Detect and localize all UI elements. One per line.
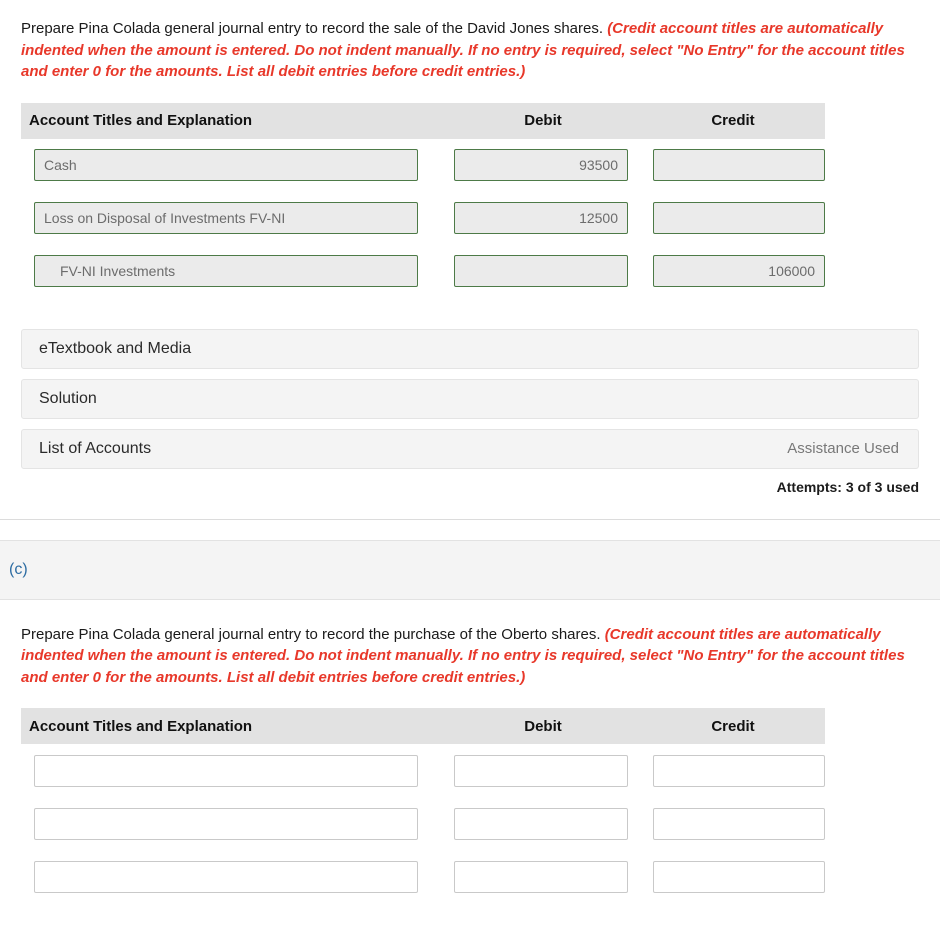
table-row: Cash 93500 bbox=[21, 139, 825, 192]
cell-debit bbox=[445, 860, 641, 893]
part-b-journal-table: Account Titles and Explanation Debit Cre… bbox=[21, 102, 825, 298]
credit-amount-input[interactable]: 106000 bbox=[653, 255, 825, 287]
exercise-page: Prepare Pina Colada general journal entr… bbox=[0, 0, 940, 928]
cell-account: Cash bbox=[21, 149, 445, 181]
cell-debit: 12500 bbox=[445, 202, 641, 234]
part-b-table-header-row: Account Titles and Explanation Debit Cre… bbox=[21, 102, 825, 139]
spacer-b2 bbox=[0, 298, 940, 329]
part-c-journal-table: Account Titles and Explanation Debit Cre… bbox=[21, 708, 825, 903]
part-b-accordion-group: eTextbook and Media Solution List of Acc… bbox=[21, 328, 919, 469]
part-b-prompt: Prepare Pina Colada general journal entr… bbox=[0, 18, 940, 83]
spacer-top bbox=[0, 0, 940, 18]
cell-account bbox=[21, 860, 445, 893]
account-title-input[interactable]: Loss on Disposal of Investments FV-NI bbox=[34, 202, 418, 234]
cell-account bbox=[21, 754, 445, 787]
cell-debit bbox=[445, 255, 641, 287]
account-title-input[interactable] bbox=[34, 754, 418, 787]
cell-credit bbox=[641, 754, 825, 787]
debit-amount-input[interactable] bbox=[454, 860, 628, 893]
accordion-etextbook-and-media[interactable]: eTextbook and Media bbox=[21, 328, 919, 369]
cell-debit: 93500 bbox=[445, 149, 641, 181]
cell-debit bbox=[445, 807, 641, 840]
table-row: Loss on Disposal of Investments FV-NI 12… bbox=[21, 192, 825, 245]
cell-credit bbox=[641, 807, 825, 840]
table-row bbox=[21, 744, 825, 797]
column-header-credit: Credit bbox=[711, 717, 755, 735]
credit-amount-input[interactable] bbox=[653, 149, 825, 181]
table-row: FV-NI Investments 106000 bbox=[21, 245, 825, 298]
column-header-debit: Debit bbox=[524, 112, 562, 129]
part-c-table-header-row: Account Titles and Explanation Debit Cre… bbox=[21, 708, 825, 744]
spacer-b3 bbox=[0, 495, 940, 519]
debit-amount-input[interactable] bbox=[454, 255, 628, 287]
credit-amount-input[interactable] bbox=[653, 202, 825, 234]
assistance-used-badge: Assistance Used bbox=[787, 440, 899, 457]
debit-amount-input[interactable]: 12500 bbox=[454, 202, 628, 234]
part-c-band: (c) bbox=[0, 539, 940, 600]
accordion-label: List of Accounts bbox=[39, 439, 152, 457]
cell-credit bbox=[641, 149, 825, 181]
cell-credit bbox=[641, 860, 825, 893]
cell-debit bbox=[445, 754, 641, 787]
cell-credit: 106000 bbox=[641, 255, 825, 287]
debit-amount-input[interactable] bbox=[454, 754, 628, 787]
column-header-debit: Debit bbox=[524, 717, 562, 735]
part-c-label: (c) bbox=[9, 560, 28, 578]
spacer-c2 bbox=[0, 688, 940, 708]
column-header-account: Account Titles and Explanation bbox=[29, 112, 253, 129]
table-row bbox=[21, 850, 825, 903]
attempts-status: Attempts: 3 of 3 used bbox=[776, 478, 919, 495]
account-title-input[interactable]: Cash bbox=[34, 149, 418, 181]
credit-amount-input[interactable] bbox=[653, 860, 825, 893]
account-title-input[interactable]: FV-NI Investments bbox=[34, 255, 418, 287]
debit-amount-input[interactable] bbox=[454, 807, 628, 840]
cell-account: Loss on Disposal of Investments FV-NI bbox=[21, 202, 445, 234]
spacer-b1 bbox=[0, 83, 940, 103]
account-title-input[interactable] bbox=[34, 807, 418, 840]
account-title-input[interactable] bbox=[34, 860, 418, 893]
part-c-prompt-main: Prepare Pina Colada general journal entr… bbox=[21, 625, 601, 643]
cell-credit bbox=[641, 202, 825, 234]
cell-account bbox=[21, 807, 445, 840]
table-row bbox=[21, 797, 825, 850]
accordion-label: Solution bbox=[39, 389, 97, 407]
part-c-prompt: Prepare Pina Colada general journal entr… bbox=[0, 624, 940, 689]
cell-account: FV-NI Investments bbox=[21, 255, 445, 287]
accordion-label: eTextbook and Media bbox=[39, 339, 192, 357]
credit-amount-input[interactable] bbox=[653, 807, 825, 840]
column-header-account: Account Titles and Explanation bbox=[29, 717, 253, 735]
spacer-c1 bbox=[0, 600, 940, 624]
spacer-b4 bbox=[0, 520, 940, 540]
accordion-solution[interactable]: Solution bbox=[21, 378, 919, 419]
credit-amount-input[interactable] bbox=[653, 754, 825, 787]
column-header-credit: Credit bbox=[711, 112, 755, 129]
part-b-prompt-main: Prepare Pina Colada general journal entr… bbox=[21, 20, 604, 37]
debit-amount-input[interactable]: 93500 bbox=[454, 149, 628, 181]
accordion-list-of-accounts[interactable]: List of Accounts Assistance Used bbox=[21, 428, 919, 469]
